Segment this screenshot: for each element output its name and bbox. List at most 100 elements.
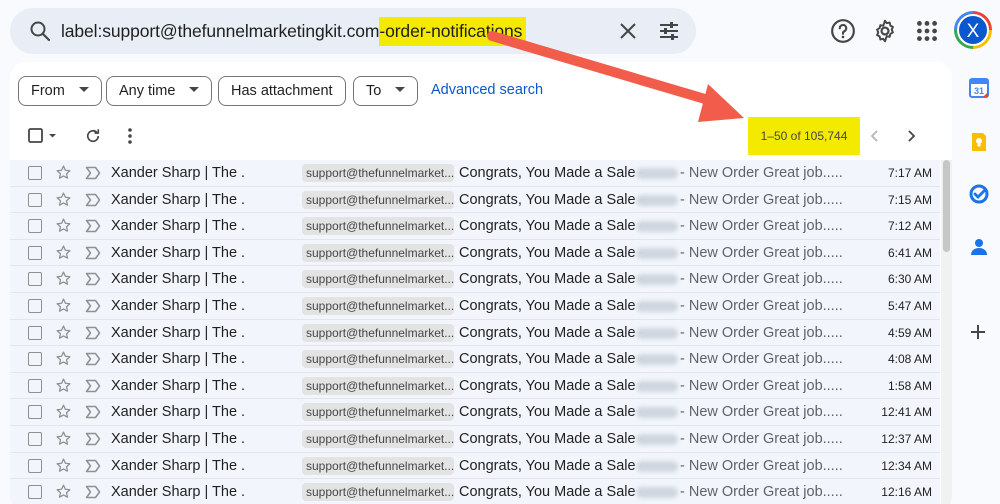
email-label-chip[interactable]: support@thefunnelmarket... — [302, 217, 454, 236]
add-icon[interactable] — [966, 320, 990, 344]
email-label-chip[interactable]: support@thefunnelmarket... — [302, 376, 454, 395]
search-input[interactable]: label:support@thefunnelmarketingkit.com-… — [61, 17, 527, 46]
important-marker-icon[interactable] — [85, 166, 101, 180]
important-marker-icon[interactable] — [85, 432, 101, 446]
tasks-icon[interactable] — [968, 183, 990, 205]
search-icon[interactable] — [28, 19, 52, 43]
star-icon[interactable] — [55, 191, 72, 208]
apps-grid-icon[interactable] — [914, 18, 940, 44]
select-all-checkbox[interactable] — [28, 126, 64, 146]
email-row[interactable]: Xander Sharp | The . support@thefunnelmar… — [10, 292, 940, 320]
email-row[interactable]: Xander Sharp | The . support@thefunnelmar… — [10, 479, 940, 504]
gear-icon[interactable] — [872, 18, 898, 44]
important-marker-icon[interactable] — [85, 352, 101, 366]
calendar-icon[interactable]: 31 — [968, 77, 990, 99]
filter-any-time[interactable]: Any time — [106, 76, 213, 106]
email-label-chip[interactable]: support@thefunnelmarket... — [302, 429, 454, 448]
email-label-chip[interactable]: support@thefunnelmarket... — [302, 483, 454, 502]
star-icon[interactable] — [55, 457, 72, 474]
email-snippet: - New Order Great job..... — [680, 457, 843, 474]
email-label-chip[interactable]: support@thefunnelmarket... — [302, 243, 454, 262]
star-icon[interactable] — [55, 297, 72, 314]
important-marker-icon[interactable] — [85, 459, 101, 473]
row-checkbox[interactable] — [28, 325, 42, 340]
important-marker-icon[interactable] — [85, 405, 101, 419]
scrollbar[interactable] — [941, 160, 952, 504]
important-marker-icon[interactable] — [85, 379, 101, 393]
search-options-icon[interactable] — [657, 19, 681, 43]
important-marker-icon[interactable] — [85, 193, 101, 207]
important-marker-icon[interactable] — [85, 326, 101, 340]
email-row[interactable]: Xander Sharp | The . support@thefunnelmar… — [10, 160, 940, 187]
redacted-text — [636, 168, 678, 179]
star-icon[interactable] — [55, 244, 72, 261]
chevron-left-icon[interactable] — [867, 128, 883, 144]
avatar[interactable]: X — [954, 11, 992, 49]
star-icon[interactable] — [55, 350, 72, 367]
keep-icon[interactable] — [968, 131, 990, 153]
row-checkbox[interactable] — [28, 485, 42, 500]
star-icon[interactable] — [55, 270, 72, 287]
email-label-chip[interactable]: support@thefunnelmarket... — [302, 323, 454, 342]
email-label-chip[interactable]: support@thefunnelmarket... — [302, 164, 454, 182]
chevron-right-icon[interactable] — [903, 128, 919, 144]
scrollbar-thumb[interactable] — [943, 160, 950, 252]
star-icon[interactable] — [55, 164, 72, 181]
refresh-icon[interactable] — [84, 127, 102, 145]
important-marker-icon[interactable] — [85, 485, 101, 499]
email-label-chip[interactable]: support@thefunnelmarket... — [302, 350, 454, 369]
star-icon[interactable] — [55, 403, 72, 420]
email-sender: Xander Sharp | The . — [111, 404, 246, 421]
star-icon[interactable] — [55, 324, 72, 341]
star-icon[interactable] — [55, 430, 72, 447]
email-label-chip[interactable]: support@thefunnelmarket... — [302, 190, 454, 209]
email-time: 12:41 AM — [881, 405, 932, 420]
star-icon[interactable] — [55, 217, 72, 234]
email-row[interactable]: Xander Sharp | The . support@thefunnelmar… — [10, 372, 940, 400]
email-row[interactable]: Xander Sharp | The . support@thefunnelmar… — [10, 452, 940, 480]
row-checkbox[interactable] — [28, 431, 42, 446]
close-icon[interactable] — [616, 19, 640, 43]
filter-from[interactable]: From — [18, 76, 102, 106]
search-bar[interactable]: label:support@thefunnelmarketingkit.com-… — [10, 8, 696, 54]
email-row[interactable]: Xander Sharp | The . support@thefunnelmar… — [10, 239, 940, 267]
filter-to[interactable]: To — [353, 76, 419, 106]
email-time: 1:58 AM — [887, 378, 932, 393]
more-options-icon[interactable] — [122, 127, 138, 145]
row-checkbox[interactable] — [28, 378, 42, 393]
email-row[interactable]: Xander Sharp | The . support@thefunnelmar… — [10, 186, 940, 214]
email-label-chip[interactable]: support@thefunnelmarket... — [302, 403, 454, 422]
help-icon[interactable] — [830, 18, 856, 44]
important-marker-icon[interactable] — [85, 219, 101, 233]
email-row[interactable]: Xander Sharp | The . support@thefunnelmar… — [10, 346, 940, 373]
row-checkbox[interactable] — [28, 352, 42, 367]
email-subject: Congrats, You Made a Sale - — [459, 165, 645, 181]
advanced-search-link[interactable]: Advanced search — [431, 82, 543, 98]
row-checkbox[interactable] — [28, 272, 42, 287]
email-label-chip[interactable]: support@thefunnelmarket... — [302, 296, 454, 315]
row-checkbox[interactable] — [28, 245, 42, 260]
email-row[interactable]: Xander Sharp | The . support@thefunnelmar… — [10, 213, 940, 240]
star-icon[interactable] — [55, 377, 72, 394]
important-marker-icon[interactable] — [85, 272, 101, 286]
email-row[interactable]: Xander Sharp | The . support@thefunnelmar… — [10, 319, 940, 347]
search-query-highlight: -order-notifications — [379, 17, 527, 46]
row-checkbox[interactable] — [28, 458, 42, 473]
row-checkbox[interactable] — [28, 219, 42, 234]
filter-has-attachment[interactable]: Has attachment — [218, 76, 346, 106]
email-row[interactable]: Xander Sharp | The . support@thefunnelmar… — [10, 399, 940, 426]
important-marker-icon[interactable] — [85, 299, 101, 313]
row-checkbox[interactable] — [28, 405, 42, 420]
mail-panel: From Any time Has attachment To Advanced… — [10, 62, 952, 504]
email-label-chip[interactable]: support@thefunnelmarket... — [302, 270, 454, 289]
important-marker-icon[interactable] — [85, 246, 101, 260]
star-icon[interactable] — [55, 483, 72, 500]
email-row[interactable]: Xander Sharp | The . support@thefunnelmar… — [10, 425, 940, 453]
email-sender: Xander Sharp | The . — [111, 324, 246, 341]
row-checkbox[interactable] — [28, 192, 42, 207]
email-label-chip[interactable]: support@thefunnelmarket... — [302, 456, 454, 475]
row-checkbox[interactable] — [28, 166, 42, 180]
email-row[interactable]: Xander Sharp | The . support@thefunnelmar… — [10, 266, 940, 293]
contacts-icon[interactable] — [968, 236, 990, 258]
row-checkbox[interactable] — [28, 298, 42, 313]
